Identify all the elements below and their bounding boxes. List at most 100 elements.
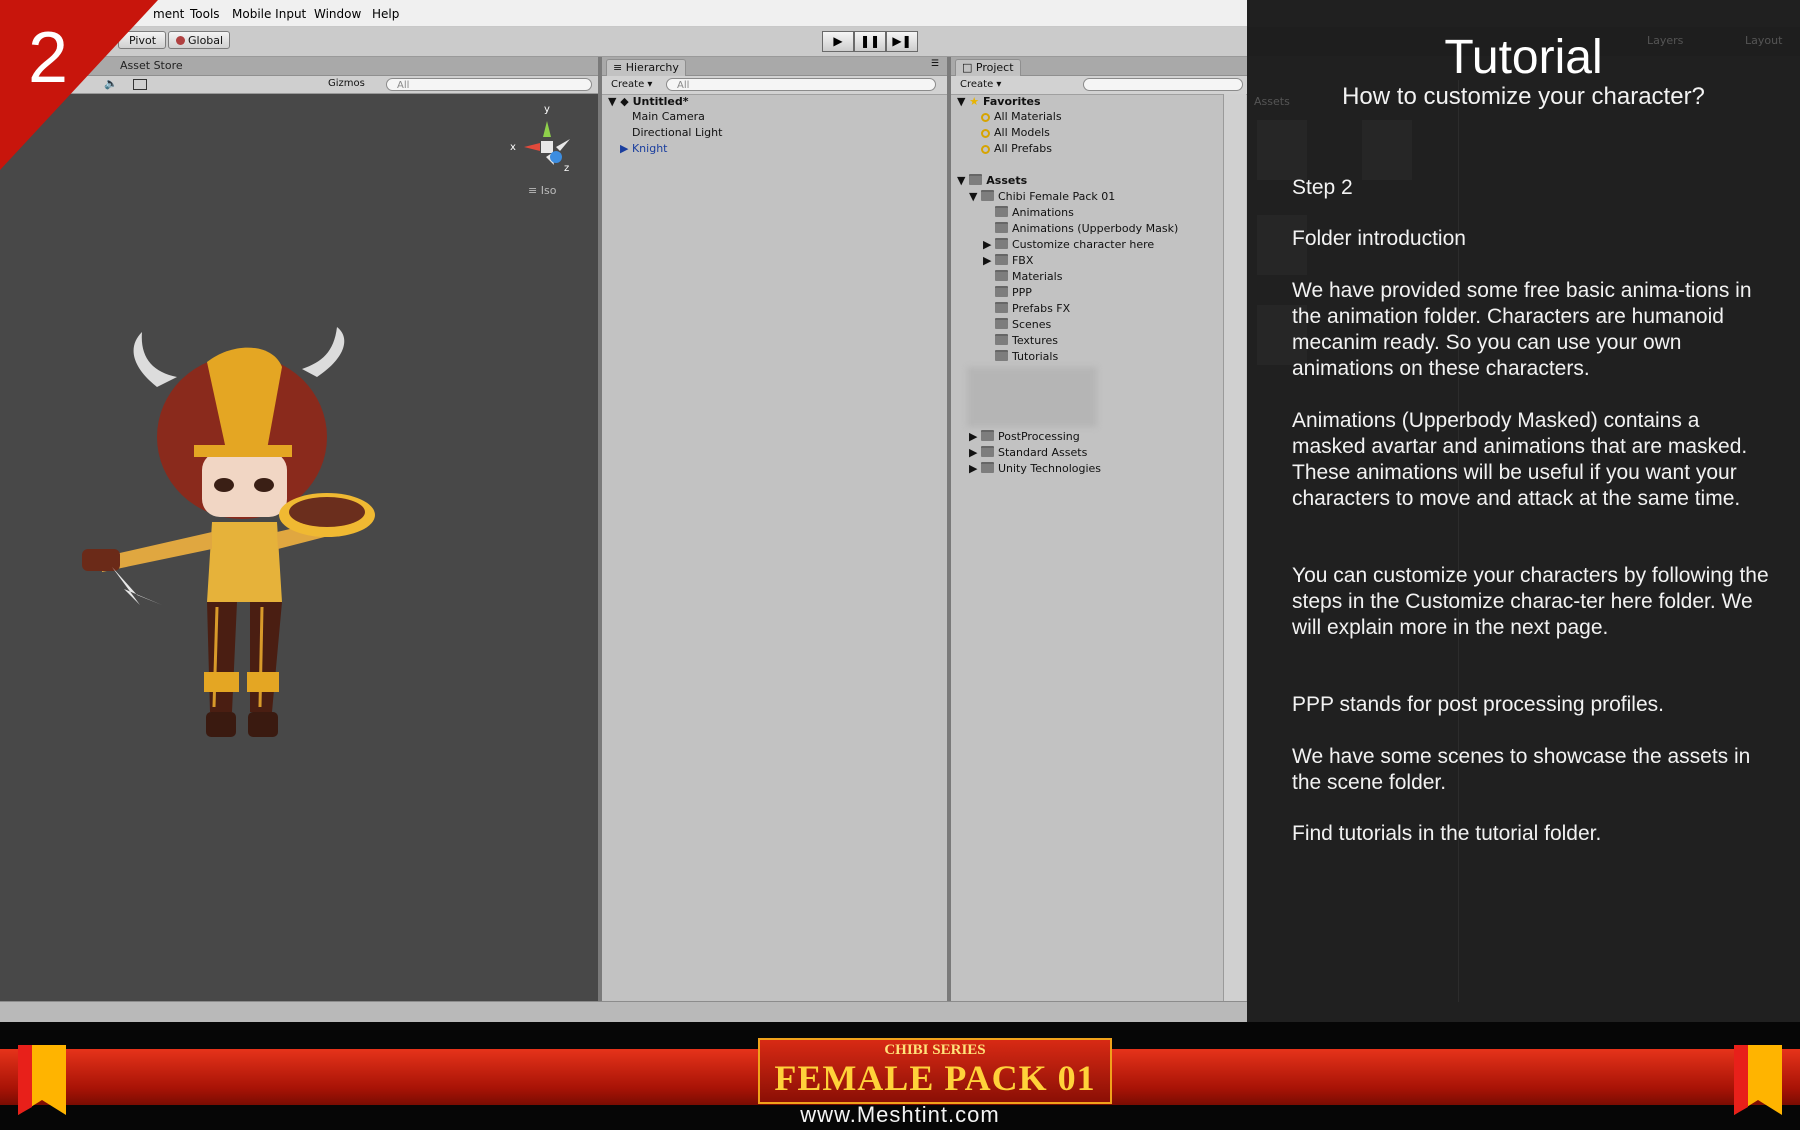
- hierarchy-create-dropdown[interactable]: Create ▾: [607, 78, 656, 92]
- folder-scenes[interactable]: Scenes: [995, 318, 1051, 331]
- hierarchy-panel: ≡ Hierarchy ☰ Create ▾ All ▼ ◆ Untitled*…: [602, 57, 947, 1001]
- favorite-label: All Materials: [994, 110, 1062, 123]
- gizmo-center-cube[interactable]: [541, 141, 553, 153]
- global-button[interactable]: Global: [168, 31, 230, 49]
- folder-label: Customize character here: [1011, 238, 1155, 251]
- folder-label: PostProcessing: [997, 430, 1080, 443]
- neg-x-cone[interactable]: [556, 139, 570, 151]
- pause-button[interactable]: ❚❚: [854, 31, 886, 52]
- banner-url[interactable]: www.Meshtint.com: [0, 1102, 1800, 1128]
- axis-label-x: x: [510, 142, 516, 153]
- menu-item-help[interactable]: Help: [372, 7, 399, 21]
- scene-view[interactable]: Asset Store 🔈 Gizmos All y x z ≡ Iso: [0, 57, 598, 1001]
- folder-prefabs-fx[interactable]: Prefabs FX: [995, 302, 1070, 315]
- folder-icon: [995, 334, 1008, 345]
- star-icon: ★: [969, 95, 980, 108]
- tutorial-paragraph-6: Find tutorials in the tutorial folder.: [1292, 822, 1602, 845]
- folder-label: Chibi Female Pack 01: [997, 190, 1116, 203]
- folder-icon: [980, 446, 994, 457]
- folder-label: Standard Assets: [997, 446, 1088, 459]
- gizmos-dropdown[interactable]: Gizmos: [328, 78, 365, 89]
- folder-ppp[interactable]: PPP: [995, 286, 1032, 299]
- folder-icon: [994, 238, 1008, 249]
- folder-chibi-female-pack[interactable]: ▼ Chibi Female Pack 01: [969, 190, 1115, 203]
- favorite-all-prefabs[interactable]: All Prefabs: [981, 142, 1052, 155]
- right-horn: [302, 327, 345, 377]
- orientation-gizmo[interactable]: y x z: [500, 97, 580, 197]
- axis-label-y: y: [544, 104, 550, 115]
- favorite-all-materials[interactable]: All Materials: [981, 110, 1062, 123]
- scene-name: Untitled*: [632, 95, 689, 108]
- tutorial-paragraph-1: We have provided some free basic anima-t…: [1292, 279, 1752, 380]
- folder-unity-technologies[interactable]: ▶ Unity Technologies: [969, 462, 1101, 475]
- step-button[interactable]: ▶❚: [886, 31, 918, 52]
- z-axis-cone[interactable]: [550, 151, 562, 163]
- badge-number: 2: [28, 18, 68, 98]
- project-create-dropdown[interactable]: Create ▾: [956, 78, 1005, 92]
- project-subbar: Create ▾: [951, 76, 1247, 95]
- scene-root-row[interactable]: ▼ ◆ Untitled*: [608, 95, 689, 108]
- folder-postprocessing[interactable]: ▶ PostProcessing: [969, 430, 1080, 443]
- folder-label: Animations (Upperbody Mask): [1012, 222, 1179, 235]
- folder-label: Textures: [1012, 334, 1058, 347]
- left-leg: [207, 602, 237, 712]
- hierarchy-search-input[interactable]: All: [666, 78, 936, 91]
- menu-item-mobile-input[interactable]: Mobile Input: [232, 7, 306, 21]
- folder-label: Unity Technologies: [997, 462, 1102, 475]
- menu-item-window[interactable]: Window: [314, 7, 361, 21]
- folder-icon: [980, 462, 994, 473]
- thumb-archer[interactable]: [1257, 120, 1307, 180]
- folder-materials[interactable]: Materials: [995, 270, 1062, 283]
- right-leg: [250, 602, 282, 712]
- status-bar: [0, 1001, 1247, 1023]
- iso-label[interactable]: ≡ Iso: [528, 184, 556, 197]
- favorites-row[interactable]: ▼ ★ Favorites: [957, 95, 1041, 108]
- project-search-input[interactable]: [1083, 78, 1243, 91]
- hierarchy-item-main-camera[interactable]: Main Camera: [632, 110, 705, 123]
- folder-customize-character[interactable]: ▶ Customize character here: [983, 238, 1154, 251]
- folder-fbx[interactable]: ▶ FBX: [983, 254, 1033, 267]
- banner-logo-plate: CHIBI SERIES FEMALE PACK 01: [758, 1038, 1112, 1104]
- tab-hierarchy[interactable]: ≡ Hierarchy: [606, 59, 686, 76]
- favorite-all-models[interactable]: All Models: [981, 126, 1050, 139]
- assets-root-row[interactable]: ▼ Assets: [957, 174, 1027, 187]
- hierarchy-search-placeholder: All: [677, 80, 690, 91]
- visor-band: [194, 445, 292, 457]
- hierarchy-item-directional-light[interactable]: Directional Light: [632, 126, 722, 139]
- unity-scene-icon: ◆: [620, 95, 629, 108]
- folder-label: FBX: [1011, 254, 1034, 267]
- tutorial-heading: Folder introduction: [1292, 227, 1466, 250]
- favorite-label: All Prefabs: [994, 142, 1052, 155]
- play-button[interactable]: ▶: [822, 31, 854, 52]
- folder-label: Prefabs FX: [1012, 302, 1071, 315]
- step-icon: ▶❚: [892, 34, 912, 48]
- y-axis-cone[interactable]: [543, 121, 551, 137]
- folder-animations-upperbody[interactable]: Animations (Upperbody Mask): [995, 222, 1178, 235]
- menubar: ment Tools Mobile Input Window Help: [0, 0, 1247, 27]
- x-axis-cone[interactable]: [524, 143, 540, 151]
- folder-icon: [980, 430, 994, 441]
- scene-search-input[interactable]: All: [386, 78, 592, 91]
- global-label: Global: [188, 34, 224, 47]
- menu-item-tools[interactable]: Tools: [190, 7, 220, 21]
- tab-project[interactable]: □ Project: [955, 59, 1021, 76]
- folder-textures[interactable]: Textures: [995, 334, 1058, 347]
- hierarchy-create-label: Create: [611, 79, 645, 90]
- folder-animations[interactable]: Animations: [995, 206, 1074, 219]
- tutorial-paragraph-5: We have some scenes to showcase the asse…: [1292, 745, 1751, 794]
- favorite-label: All Models: [994, 126, 1050, 139]
- thumb-barbarian[interactable]: [1362, 120, 1412, 180]
- folder-label: Tutorials: [1012, 350, 1059, 363]
- toolbar: Pivot Global ▶ ❚❚ ▶❚: [0, 27, 1247, 57]
- folder-tutorials[interactable]: Tutorials: [995, 350, 1058, 363]
- project-tab-label: Project: [975, 61, 1014, 74]
- panel-menu-icon[interactable]: ☰: [931, 59, 939, 69]
- project-scrollbar[interactable]: [1223, 94, 1246, 1001]
- shield-center: [289, 497, 365, 527]
- folder-standard-assets[interactable]: ▶ Standard Assets: [969, 446, 1087, 459]
- hierarchy-item-knight[interactable]: ▶ Knight: [620, 142, 667, 155]
- blurred-folders: [967, 367, 1097, 427]
- knight-character-model[interactable]: [82, 327, 442, 767]
- folder-label: Scenes: [1012, 318, 1052, 331]
- right-boot-band: [247, 672, 279, 692]
